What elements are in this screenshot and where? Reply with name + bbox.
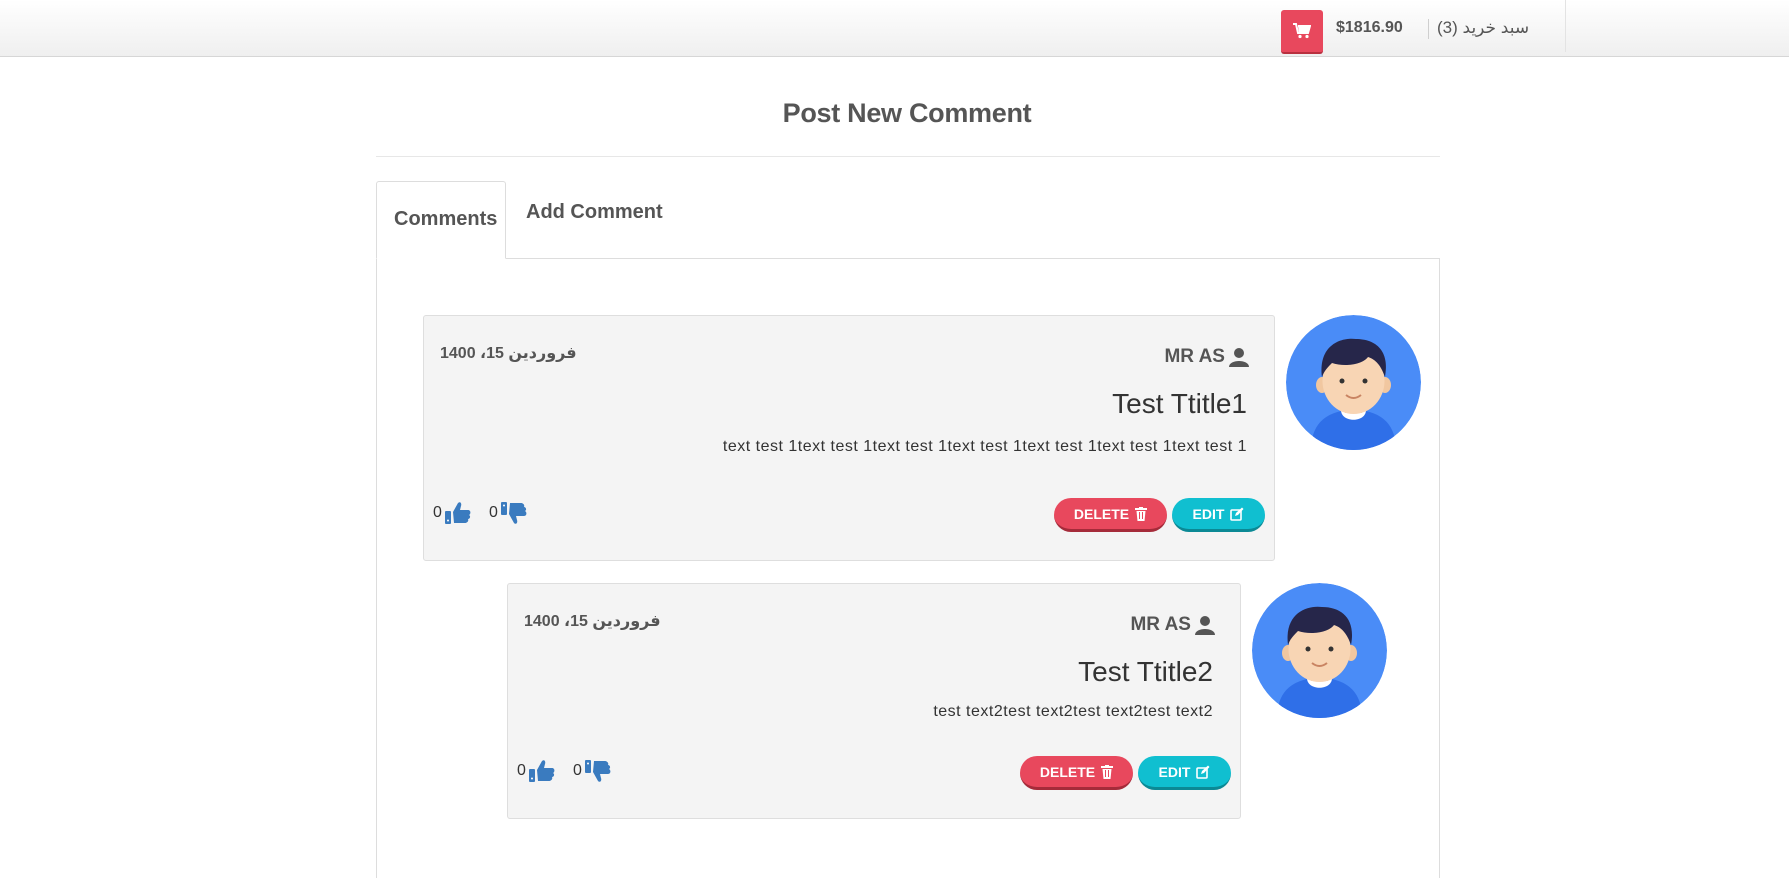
comment-text: test text2test text2test text2test text2 — [933, 703, 1213, 720]
delete-button[interactable]: DELETE — [1020, 756, 1133, 790]
comment-title: Test Ttitle2 — [1078, 656, 1213, 687]
like-count: 0 — [517, 762, 526, 779]
tab-comments-label: Comments — [394, 208, 498, 230]
delete-label: DELETE — [1073, 505, 1130, 522]
edit-button[interactable]: EDIT — [1172, 498, 1265, 532]
comment-card: MR AS فروردین 15، 1400 Test Ttitle1 text… — [423, 315, 1275, 561]
comment-title: Test Ttitle1 — [1112, 388, 1247, 419]
comment-date: فروردین 15، 1400 — [440, 345, 577, 362]
dislike-count: 0 — [573, 762, 582, 779]
cart-label[interactable]: سبد خرید (3) — [1437, 18, 1529, 38]
author-name: MR AS — [1164, 346, 1225, 367]
edit-icon — [1196, 765, 1210, 779]
edit-label: EDIT — [1192, 505, 1225, 522]
user-icon — [1229, 348, 1249, 367]
dislike-vote[interactable]: 0 — [573, 758, 612, 784]
comment-author: MR AS — [1164, 346, 1249, 368]
shopping-cart-icon — [1293, 23, 1311, 39]
like-vote[interactable]: 0 — [433, 500, 472, 526]
dislike-vote[interactable]: 0 — [489, 500, 528, 526]
thumbs-up-icon — [528, 760, 555, 782]
like-count: 0 — [433, 504, 442, 521]
cart-total: $1816.90 — [1336, 19, 1403, 36]
dislike-count: 0 — [489, 504, 498, 521]
avatar — [1252, 583, 1387, 718]
title-divider — [376, 156, 1440, 157]
tab-comments[interactable]: Comments — [376, 181, 506, 259]
delete-label: DELETE — [1039, 763, 1096, 780]
like-vote[interactable]: 0 — [517, 758, 556, 784]
top-bar: $1816.90 سبد خرید (3) — [0, 0, 1789, 57]
thumbs-up-icon — [444, 502, 471, 524]
page-title: Post New Comment — [782, 98, 1032, 128]
tab-baseline — [376, 258, 1440, 259]
trash-icon — [1135, 506, 1148, 521]
cart-separator — [1428, 19, 1429, 39]
comment-card: MR AS فروردین 15، 1400 Test Ttitle2 test… — [507, 583, 1241, 819]
comment-author: MR AS — [1130, 614, 1215, 636]
tab-add-comment[interactable]: Add Comment — [526, 201, 663, 224]
author-name: MR AS — [1130, 614, 1191, 635]
edit-label: EDIT — [1158, 763, 1191, 780]
cart-button[interactable] — [1281, 10, 1323, 54]
edit-icon — [1230, 507, 1244, 521]
thumbs-down-icon — [584, 760, 611, 782]
comment-date: فروردین 15، 1400 — [524, 613, 661, 630]
trash-icon — [1101, 764, 1114, 779]
topbar-divider — [1565, 0, 1566, 52]
edit-button[interactable]: EDIT — [1138, 756, 1231, 790]
comment-text: text test 1text test 1text test 1text te… — [722, 438, 1247, 455]
thumbs-down-icon — [500, 502, 527, 524]
avatar — [1286, 315, 1421, 450]
delete-button[interactable]: DELETE — [1054, 498, 1167, 532]
user-icon — [1195, 616, 1215, 635]
